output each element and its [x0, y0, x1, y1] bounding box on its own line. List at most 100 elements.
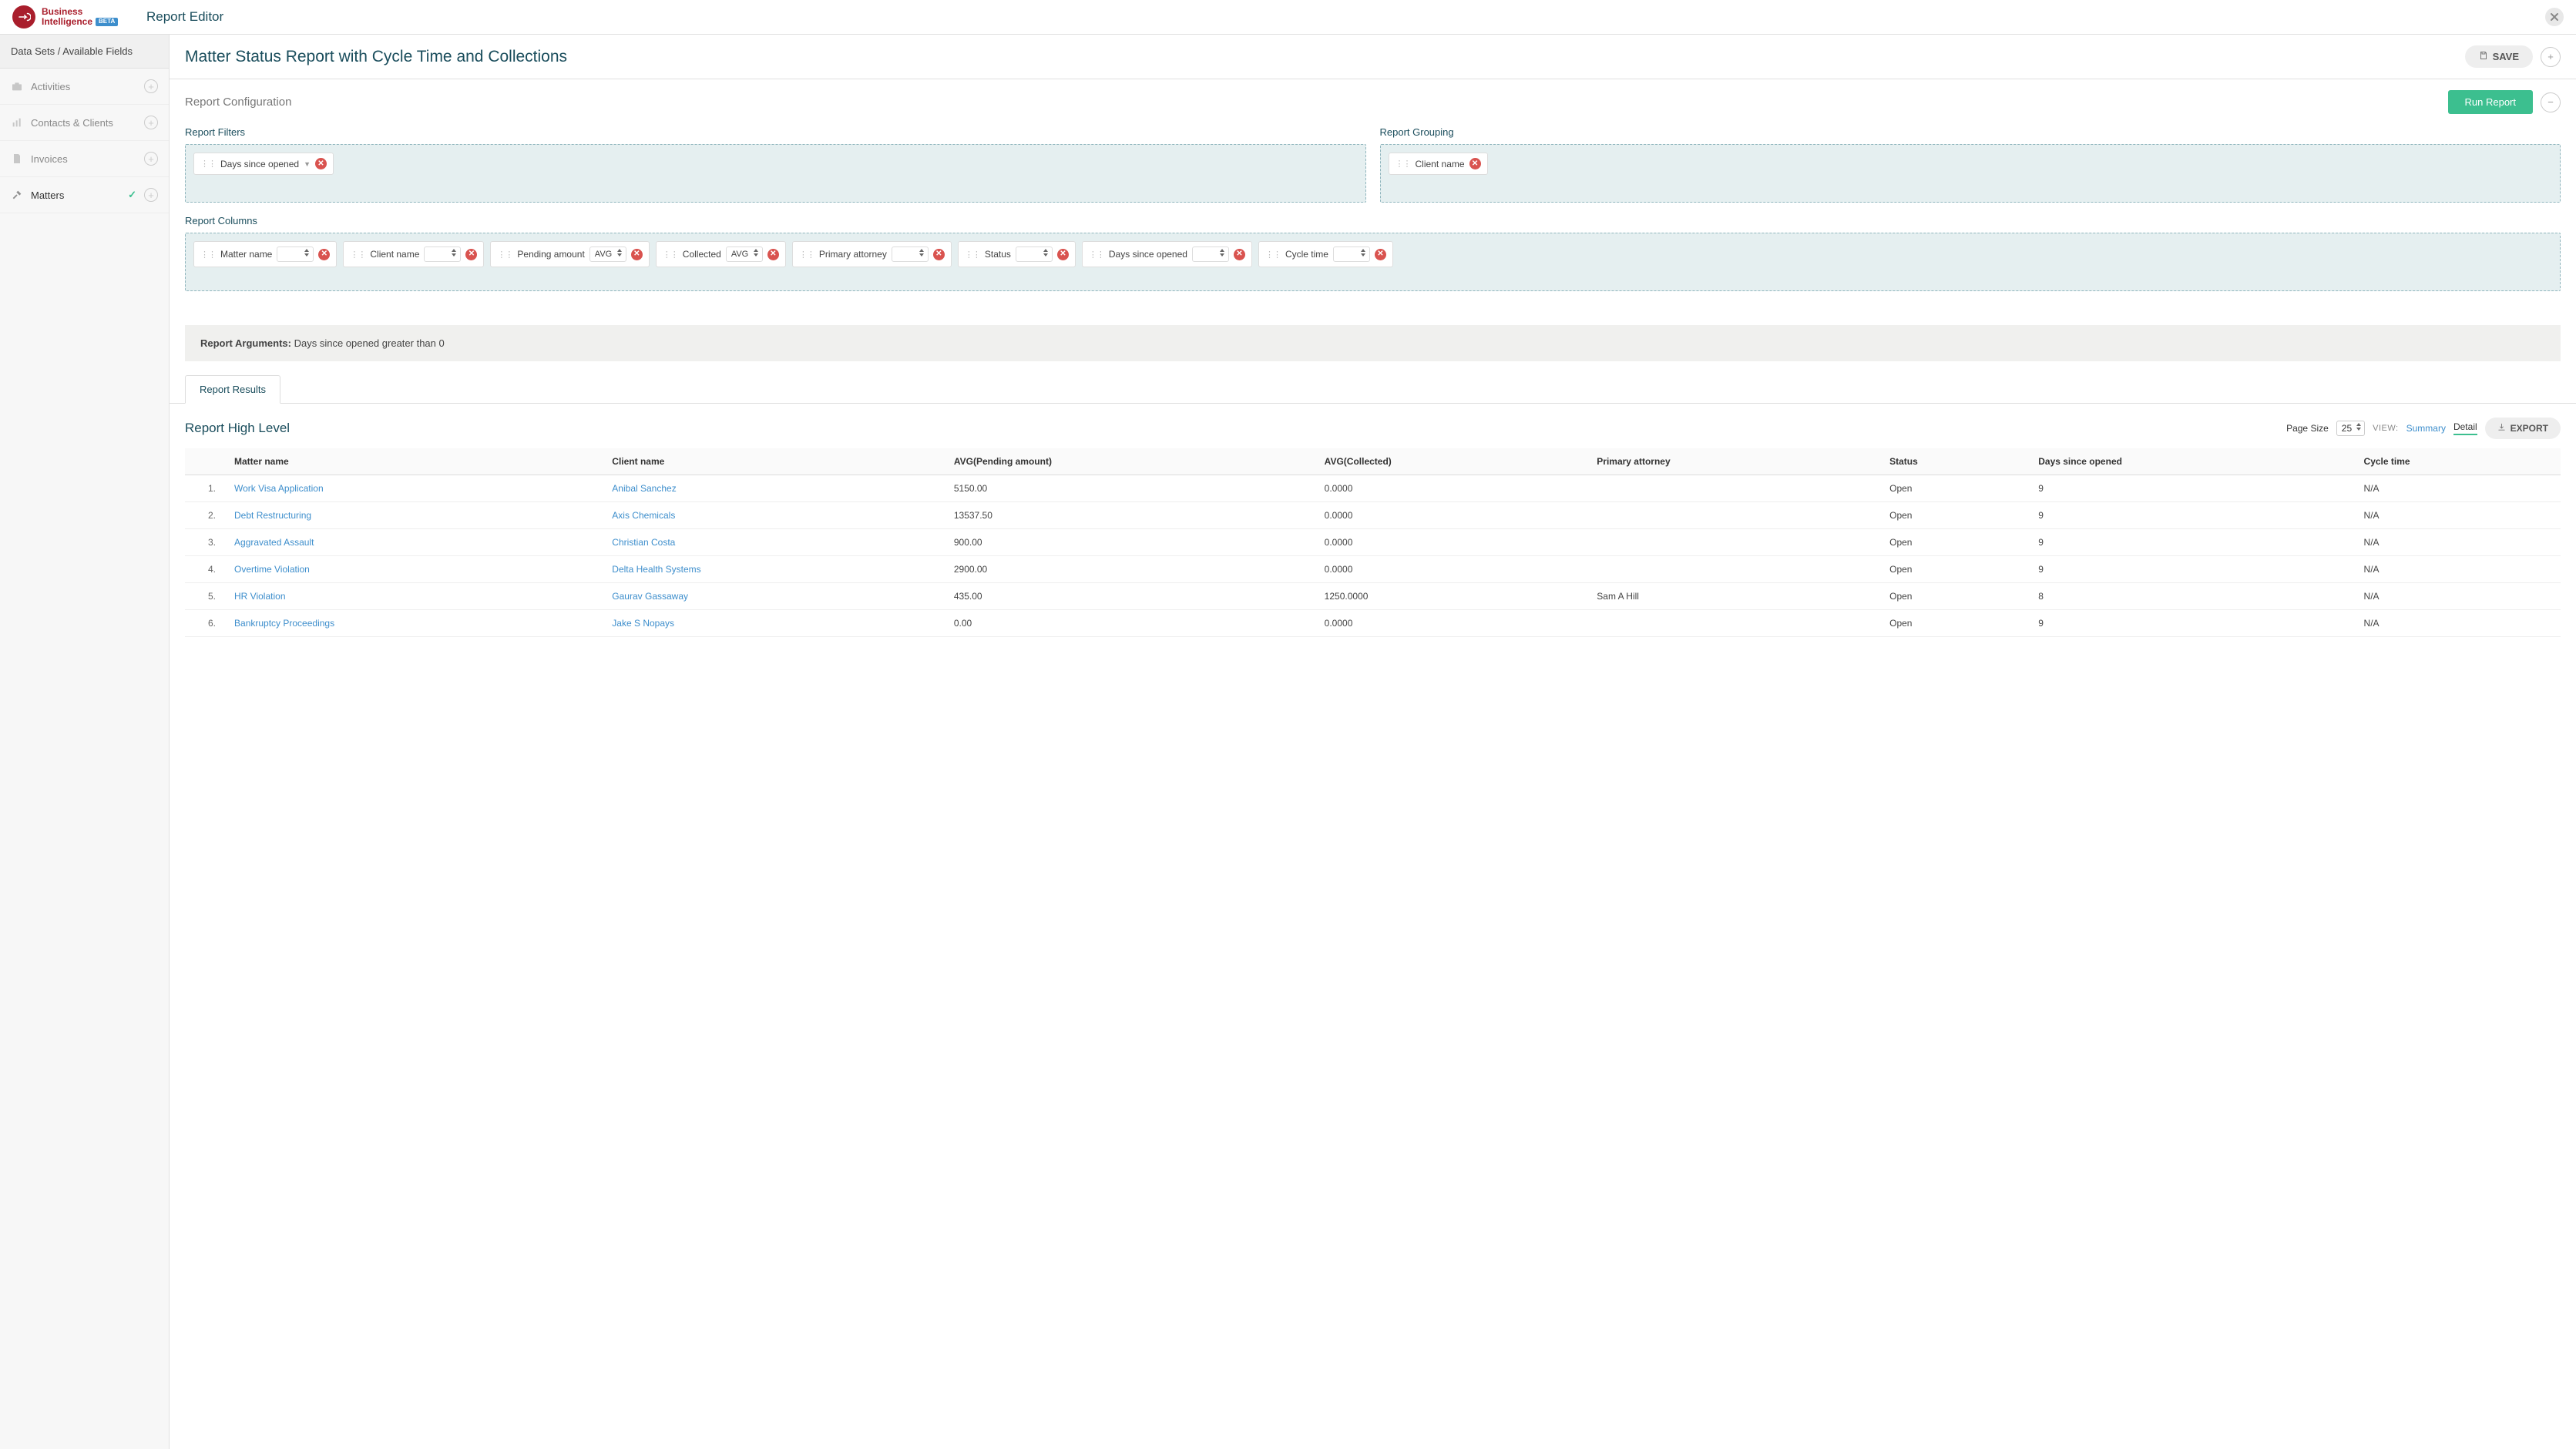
column-chip[interactable]: ⋮⋮Status✕	[958, 241, 1076, 267]
remove-icon[interactable]: ✕	[465, 249, 477, 260]
remove-icon[interactable]: ✕	[315, 158, 327, 169]
column-header[interactable]: AVG(Collected)	[1315, 448, 1588, 475]
cell-cycle: N/A	[2355, 529, 2561, 556]
column-header[interactable]: Days since opened	[2029, 448, 2354, 475]
drag-handle-icon[interactable]: ⋮⋮	[200, 159, 216, 169]
page-size-label: Page Size	[2286, 423, 2329, 434]
sidebar-item-matters[interactable]: Matters ✓ +	[0, 177, 169, 213]
aggregate-select[interactable]	[424, 247, 461, 262]
cell-attorney	[1587, 502, 1880, 529]
drag-handle-icon[interactable]: ⋮⋮	[799, 250, 814, 260]
chip-label: Primary attorney	[819, 249, 887, 260]
cell-cycle: N/A	[2355, 475, 2561, 502]
aggregate-select[interactable]	[277, 247, 314, 262]
matter-link[interactable]: Aggravated Assault	[234, 537, 314, 548]
column-header[interactable]: Status	[1880, 448, 2029, 475]
column-header[interactable]: Matter name	[225, 448, 603, 475]
remove-icon[interactable]: ✕	[318, 249, 330, 260]
remove-icon[interactable]: ✕	[767, 249, 779, 260]
drag-handle-icon[interactable]: ⋮⋮	[1395, 159, 1411, 169]
aggregate-select[interactable]	[1192, 247, 1229, 262]
column-chip[interactable]: ⋮⋮Cycle time✕	[1258, 241, 1393, 267]
grouping-dropzone[interactable]: ⋮⋮ Client name ✕	[1380, 144, 2561, 203]
column-header[interactable]: Client name	[603, 448, 945, 475]
add-icon[interactable]: +	[144, 188, 158, 202]
row-number: 4.	[185, 556, 225, 583]
matter-link[interactable]: HR Violation	[234, 591, 285, 602]
drag-handle-icon[interactable]: ⋮⋮	[200, 250, 216, 260]
sidebar-item-invoices[interactable]: Invoices +	[0, 141, 169, 177]
column-chip[interactable]: ⋮⋮Days since opened✕	[1082, 241, 1252, 267]
grouping-chip[interactable]: ⋮⋮ Client name ✕	[1389, 153, 1488, 175]
remove-icon[interactable]: ✕	[1234, 249, 1245, 260]
column-chip[interactable]: ⋮⋮ Client name ✕	[343, 241, 484, 267]
drag-handle-icon[interactable]: ⋮⋮	[663, 250, 678, 260]
top-header: Business Intelligence BETA Report Editor	[0, 0, 2576, 35]
results-header: Report High Level Page Size 25 VIEW: Sum…	[170, 404, 2576, 448]
aggregate-select[interactable]	[892, 247, 929, 262]
client-link[interactable]: Gaurav Gassaway	[612, 591, 688, 602]
check-icon: ✓	[128, 189, 136, 201]
collapse-button[interactable]: −	[2541, 92, 2561, 112]
save-button[interactable]: SAVE	[2465, 45, 2533, 68]
page-size-select[interactable]: 25	[2336, 421, 2365, 436]
export-button[interactable]: EXPORT	[2485, 418, 2561, 439]
run-report-button[interactable]: Run Report	[2448, 90, 2533, 114]
remove-icon[interactable]: ✕	[933, 249, 945, 260]
remove-icon[interactable]: ✕	[1375, 249, 1386, 260]
column-header[interactable]: Cycle time	[2355, 448, 2561, 475]
column-header[interactable]	[185, 448, 225, 475]
table-row: 1.Work Visa ApplicationAnibal Sanchez515…	[185, 475, 2561, 502]
results-table: Matter nameClient nameAVG(Pending amount…	[185, 448, 2561, 637]
sidebar-item-contacts[interactable]: Contacts & Clients +	[0, 105, 169, 141]
drag-handle-icon[interactable]: ⋮⋮	[497, 250, 512, 260]
remove-icon[interactable]: ✕	[1469, 158, 1481, 169]
column-chip[interactable]: ⋮⋮ Primary attorney ✕	[792, 241, 952, 267]
column-chip[interactable]: ⋮⋮Matter name✕	[193, 241, 337, 267]
aggregate-select[interactable]	[1333, 247, 1370, 262]
matter-link[interactable]: Work Visa Application	[234, 483, 324, 494]
drag-handle-icon[interactable]: ⋮⋮	[350, 250, 365, 260]
chevron-down-icon[interactable]: ▼	[304, 160, 311, 168]
aggregate-select[interactable]	[1016, 247, 1053, 262]
beta-badge: BETA	[96, 18, 118, 26]
add-icon[interactable]: +	[144, 79, 158, 93]
aggregate-select[interactable]: AVG	[726, 247, 763, 262]
client-link[interactable]: Jake S Nopays	[612, 618, 674, 629]
view-label: VIEW:	[2373, 424, 2398, 433]
client-link[interactable]: Christian Costa	[612, 537, 675, 548]
matter-link[interactable]: Debt Restructuring	[234, 510, 311, 521]
view-detail-link[interactable]: Detail	[2453, 421, 2477, 435]
matter-link[interactable]: Overtime Violation	[234, 564, 310, 575]
add-report-button[interactable]: +	[2541, 47, 2561, 67]
column-chip[interactable]: ⋮⋮Pending amountAVG✕	[490, 241, 649, 267]
cell-cycle: N/A	[2355, 556, 2561, 583]
drag-handle-icon[interactable]: ⋮⋮	[965, 250, 980, 260]
client-link[interactable]: Delta Health Systems	[612, 564, 700, 575]
client-link[interactable]: Anibal Sanchez	[612, 483, 676, 494]
tab-report-results[interactable]: Report Results	[185, 375, 280, 404]
cell-attorney	[1587, 475, 1880, 502]
view-summary-link[interactable]: Summary	[2406, 423, 2446, 434]
drag-handle-icon[interactable]: ⋮⋮	[1089, 250, 1104, 260]
column-header[interactable]: Primary attorney	[1587, 448, 1880, 475]
drag-handle-icon[interactable]: ⋮⋮	[1265, 250, 1281, 260]
sidebar-item-label: Contacts & Clients	[31, 117, 136, 129]
client-link[interactable]: Axis Chemicals	[612, 510, 675, 521]
column-header[interactable]: AVG(Pending amount)	[945, 448, 1315, 475]
columns-dropzone[interactable]: ⋮⋮Matter name✕⋮⋮Client name✕⋮⋮Pending am…	[185, 233, 2561, 291]
filter-chip[interactable]: ⋮⋮ Days since opened ▼ ✕	[193, 153, 334, 175]
column-chip[interactable]: ⋮⋮CollectedAVG✕	[656, 241, 786, 267]
matter-link[interactable]: Bankruptcy Proceedings	[234, 618, 334, 629]
cell-pending: 2900.00	[945, 556, 1315, 583]
chip-label: Client name	[370, 249, 419, 260]
add-icon[interactable]: +	[144, 152, 158, 166]
filters-dropzone[interactable]: ⋮⋮ Days since opened ▼ ✕	[185, 144, 1366, 203]
cell-cycle: N/A	[2355, 502, 2561, 529]
remove-icon[interactable]: ✕	[631, 249, 643, 260]
aggregate-select[interactable]: AVG	[589, 247, 626, 262]
sidebar-item-activities[interactable]: Activities +	[0, 69, 169, 105]
close-button[interactable]	[2545, 8, 2564, 26]
remove-icon[interactable]: ✕	[1057, 249, 1069, 260]
add-icon[interactable]: +	[144, 116, 158, 129]
